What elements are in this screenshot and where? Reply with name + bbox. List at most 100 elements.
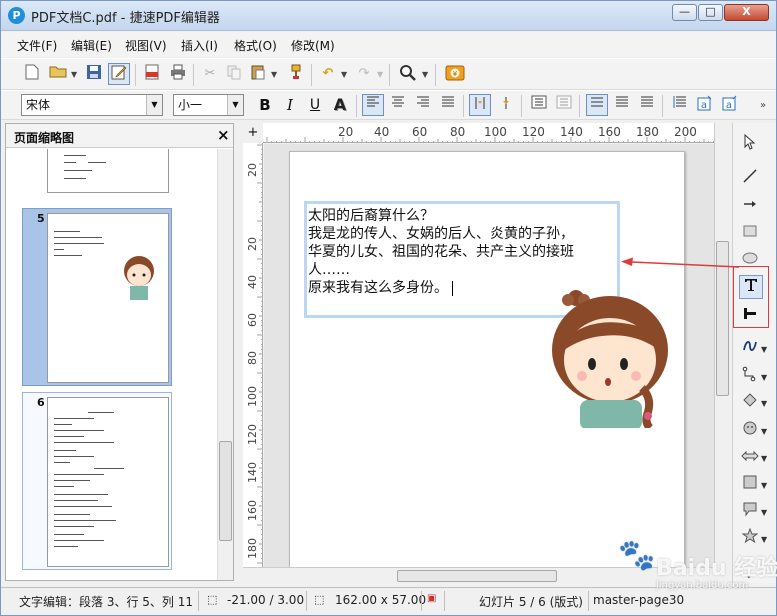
symbol-shapes-dropdown-icon[interactable]: ▼: [761, 427, 767, 436]
redo-icon[interactable]: ↷: [353, 63, 375, 85]
curve-tool-icon[interactable]: [737, 337, 763, 361]
block-arrows-dropdown-icon[interactable]: ▼: [761, 454, 767, 463]
open-dropdown-icon[interactable]: ▼: [71, 70, 77, 79]
text-line: 太阳的后裔算什么？: [308, 208, 434, 224]
document-page[interactable]: 太阳的后裔算什么？ 我是龙的传人、女娲的后人、炎黄的子孙， 华夏的儿女、祖国的花…: [289, 151, 685, 567]
vertical-text-tool-icon[interactable]: [737, 304, 763, 328]
undo-dropdown-icon[interactable]: ▼: [341, 70, 347, 79]
shadow-button[interactable]: A: [329, 94, 351, 116]
align-right-icon[interactable]: [412, 94, 434, 116]
paragraph-style-2-icon[interactable]: [611, 94, 633, 116]
basic-shapes-dropdown-icon[interactable]: ▼: [761, 399, 767, 408]
basic-shapes-icon[interactable]: [737, 391, 763, 415]
align-center-icon[interactable]: [387, 94, 409, 116]
ruler-label: 120: [522, 125, 545, 139]
ruler-label: 40: [246, 275, 259, 289]
toolbar-overflow-icon[interactable]: »: [760, 100, 766, 111]
canvas-horizontal-scroll-thumb[interactable]: [397, 570, 557, 582]
text-frame-content[interactable]: 太阳的后裔算什么？ 我是龙的传人、女娲的后人、炎黄的子孙， 华夏的儿女、祖国的花…: [308, 207, 620, 297]
line-tool-icon[interactable]: [737, 167, 763, 191]
list-bullets-icon[interactable]: [528, 94, 550, 116]
close-icon[interactable]: ×: [217, 126, 230, 144]
canvas-vertical-scrollbar[interactable]: [714, 123, 730, 567]
menu-insert[interactable]: 插入(I): [181, 37, 218, 54]
minimize-button[interactable]: —: [672, 4, 697, 21]
increase-font-icon[interactable]: a: [694, 94, 716, 116]
export-pdf-icon[interactable]: [141, 63, 163, 85]
maximize-button[interactable]: □: [698, 4, 723, 21]
document-modified-icon: ▣: [427, 593, 437, 604]
save-icon[interactable]: [83, 63, 105, 85]
menu-file[interactable]: 文件(F): [17, 37, 57, 54]
copy-icon[interactable]: [223, 63, 245, 85]
thumbnail-panel: 页面缩略图 × 5 6: [5, 123, 234, 581]
thumbnail-item-5[interactable]: 5: [22, 208, 172, 386]
block-arrows-icon[interactable]: [737, 446, 763, 470]
rectangle-tool-icon[interactable]: [737, 221, 763, 245]
align-justify-icon[interactable]: [437, 94, 459, 116]
text-tool-icon[interactable]: [739, 275, 763, 299]
connector-tool-icon[interactable]: [737, 365, 763, 389]
connector-dropdown-icon[interactable]: ▼: [761, 373, 767, 382]
stars-icon[interactable]: [737, 527, 763, 551]
font-family-select[interactable]: 宋体 ▼: [21, 94, 163, 116]
new-document-icon[interactable]: [21, 63, 43, 85]
paste-dropdown-icon[interactable]: ▼: [271, 70, 277, 79]
line-spacing-icon[interactable]: [669, 94, 691, 116]
callouts-icon[interactable]: [737, 500, 763, 524]
bold-button[interactable]: B: [254, 94, 276, 116]
stars-dropdown-icon[interactable]: ▼: [761, 535, 767, 544]
app-logo-icon: P: [8, 7, 25, 24]
underline-button[interactable]: U: [304, 94, 326, 116]
italic-button[interactable]: I: [279, 94, 301, 116]
paragraph-style-3-icon[interactable]: [636, 94, 658, 116]
menu-edit[interactable]: 编辑(E): [71, 37, 112, 54]
document-canvas[interactable]: 太阳的后裔算什么？ 我是龙的传人、女娲的后人、炎黄的子孙， 华夏的儿女、祖国的花…: [264, 144, 714, 567]
vertical-ruler[interactable]: 20 20 40 60 80 100 120 140 160 180: [243, 143, 263, 567]
menu-view[interactable]: 视图(V): [125, 37, 167, 54]
menu-modify[interactable]: 修改(M): [291, 37, 335, 54]
thumbnail-scrollbar[interactable]: [217, 149, 233, 580]
thumbnail-page-5: [47, 213, 169, 383]
purchase-icon[interactable]: ¥: [444, 63, 466, 85]
ruler-label: 80: [246, 351, 259, 365]
thumbnail-page-4[interactable]: [47, 149, 169, 193]
zoom-icon[interactable]: [397, 63, 419, 85]
align-left-icon[interactable]: [362, 94, 384, 116]
font-size-select[interactable]: 小一 ▼: [173, 94, 244, 116]
flowchart-icon[interactable]: [737, 473, 763, 497]
close-button[interactable]: X: [724, 4, 769, 21]
text-direction-icon[interactable]: [469, 94, 491, 116]
paragraph-style-1-icon[interactable]: [586, 94, 608, 116]
open-folder-icon[interactable]: [47, 63, 69, 85]
horizontal-ruler[interactable]: 20 40 60 80 100 120 140 160 180 200: [263, 123, 714, 143]
chevron-down-icon[interactable]: ▼: [146, 95, 162, 115]
undo-icon[interactable]: ↶: [317, 63, 339, 85]
zoom-dropdown-icon[interactable]: ▼: [422, 70, 428, 79]
redo-dropdown-icon[interactable]: ▼: [377, 70, 383, 79]
font-family-value: 宋体: [26, 98, 51, 112]
menu-format[interactable]: 格式(O): [234, 37, 277, 54]
select-pointer-icon[interactable]: [737, 133, 763, 157]
print-icon[interactable]: [167, 63, 189, 85]
master-page-status: master-page30: [593, 593, 685, 607]
curve-dropdown-icon[interactable]: ▼: [761, 345, 767, 354]
paste-icon[interactable]: [247, 63, 269, 85]
thumbnail-item-6[interactable]: 6: [22, 392, 172, 570]
edit-mode-icon[interactable]: [108, 63, 130, 85]
ruler-corner[interactable]: +: [243, 123, 263, 143]
decrease-font-icon[interactable]: a: [719, 94, 741, 116]
thumbnail-scroll-thumb[interactable]: [219, 441, 232, 541]
flowchart-dropdown-icon[interactable]: ▼: [761, 481, 767, 490]
thumbnail-list: 5 6: [6, 149, 217, 580]
format-paintbrush-icon[interactable]: [285, 63, 307, 85]
text-vertical-icon[interactable]: [495, 94, 517, 116]
symbol-shapes-icon[interactable]: [737, 419, 763, 443]
list-numbers-icon[interactable]: [553, 94, 575, 116]
arrow-line-tool-icon[interactable]: [737, 195, 763, 219]
chevron-down-icon[interactable]: ⯯: [746, 571, 751, 581]
canvas-horizontal-scrollbar[interactable]: [243, 567, 714, 583]
callouts-dropdown-icon[interactable]: ▼: [761, 508, 767, 517]
cut-icon[interactable]: ✂: [199, 63, 221, 85]
chevron-down-icon[interactable]: ▼: [227, 95, 243, 115]
